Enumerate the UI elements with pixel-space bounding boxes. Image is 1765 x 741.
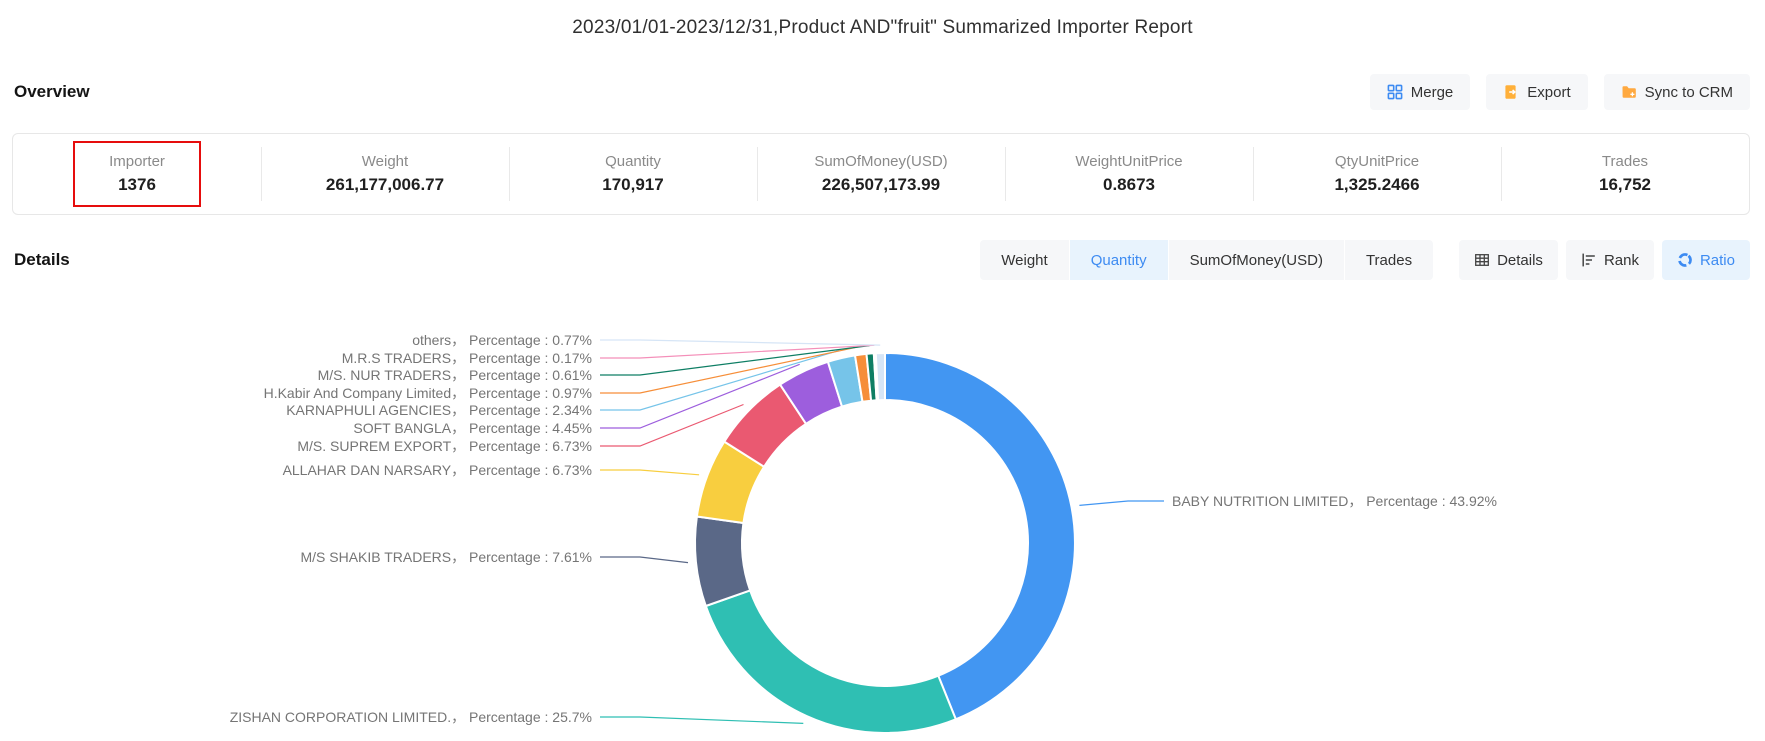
stat-sum-of-money: SumOfMoney(USD) 226,507,173.99 (757, 134, 1005, 214)
chart-label: others， Percentage : 0.77% (412, 330, 592, 350)
export-icon (1503, 84, 1519, 100)
overview-actions: Merge Export Sync to CRM (1370, 74, 1750, 110)
slice-m-s-shakib-traders[interactable] (695, 517, 750, 607)
chart-label: BABY NUTRITION LIMITED， Percentage : 43.… (1172, 491, 1497, 511)
tab-weight[interactable]: Weight (980, 240, 1068, 280)
leader-line (600, 717, 803, 723)
stat-trades: Trades 16,752 (1501, 134, 1749, 214)
merge-button-label: Merge (1411, 84, 1454, 101)
stat-weight-unit-price: WeightUnitPrice 0.8673 (1005, 134, 1253, 214)
stat-value-weight-unit-price: 0.8673 (1103, 175, 1155, 195)
importer-ratio-chart: BABY NUTRITION LIMITED， Percentage : 43.… (0, 300, 1765, 741)
stat-value-sum-of-money: 226,507,173.99 (822, 175, 940, 195)
stat-label-sum-of-money: SumOfMoney(USD) (814, 153, 947, 170)
stat-value-weight: 261,177,006.77 (326, 175, 444, 195)
chart-label: M/S. SUPREM EXPORT， Percentage : 6.73% (297, 436, 592, 456)
sync-to-crm-button-label: Sync to CRM (1645, 84, 1733, 101)
sync-to-crm-button[interactable]: Sync to CRM (1604, 74, 1750, 110)
stat-label-qty-unit-price: QtyUnitPrice (1335, 153, 1419, 170)
details-controls: WeightQuantitySumOfMoney(USD)Trades Deta… (980, 240, 1750, 280)
rank-view-button-label: Rank (1604, 252, 1639, 269)
overview-header: Overview Merge Export Sync to CRM (14, 74, 1750, 110)
leader-line (600, 470, 699, 475)
chart-label: M.R.S TRADERS， Percentage : 0.17% (342, 348, 592, 368)
details-view-button[interactable]: Details (1459, 240, 1558, 280)
stat-value-trades: 16,752 (1599, 175, 1651, 195)
slice-zishan-corporation-limited[interactable] (706, 590, 956, 733)
overview-heading: Overview (14, 82, 90, 102)
leader-line (600, 405, 744, 447)
view-button-group: Details Rank Ratio (1459, 240, 1750, 280)
chart-label: SOFT BANGLA， Percentage : 4.45% (353, 418, 592, 438)
highlight-annotation-box (73, 141, 201, 207)
stat-value-quantity: 170,917 (602, 175, 663, 195)
chart-label: KARNAPHULI AGENCIES， Percentage : 2.34% (286, 400, 592, 420)
slice-others[interactable] (876, 353, 885, 400)
stat-label-importer: Importer (109, 153, 165, 170)
leader-line (600, 340, 880, 345)
chart-label: ZISHAN CORPORATION LIMITED.， Percentage … (230, 707, 592, 727)
report-page: 2023/01/01-2023/12/31,Product AND"fruit"… (0, 0, 1765, 741)
page-title: 2023/01/01-2023/12/31,Product AND"fruit"… (0, 17, 1765, 39)
stat-value-importer: 1376 (118, 175, 156, 195)
stat-weight: Weight 261,177,006.77 (261, 134, 509, 214)
table-icon (1474, 252, 1490, 268)
sync-icon (1621, 84, 1637, 100)
leader-line (1079, 501, 1164, 505)
merge-icon (1387, 84, 1403, 100)
stat-label-weight-unit-price: WeightUnitPrice (1075, 153, 1182, 170)
stat-qty-unit-price: QtyUnitPrice 1,325.2466 (1253, 134, 1501, 214)
tab-sum-of-money[interactable]: SumOfMoney(USD) (1169, 240, 1344, 280)
rank-icon (1581, 252, 1597, 268)
tab-trades[interactable]: Trades (1345, 240, 1433, 280)
merge-button[interactable]: Merge (1370, 74, 1471, 110)
export-button[interactable]: Export (1486, 74, 1587, 110)
details-heading: Details (14, 250, 70, 270)
chart-label: M/S. NUR TRADERS， Percentage : 0.61% (318, 365, 592, 385)
tab-quantity[interactable]: Quantity (1070, 240, 1168, 280)
chart-label: ALLAHAR DAN NARSARY， Percentage : 6.73% (283, 460, 592, 480)
stat-importer: Importer 1376 (13, 134, 261, 214)
ratio-view-button-label: Ratio (1700, 252, 1735, 269)
donut-chart-svg (0, 300, 1765, 741)
metric-tab-group: WeightQuantitySumOfMoney(USD)Trades (980, 240, 1433, 280)
ratio-view-button[interactable]: Ratio (1662, 240, 1750, 280)
stat-label-quantity: Quantity (605, 153, 661, 170)
donut-icon (1677, 252, 1693, 268)
stat-value-qty-unit-price: 1,325.2466 (1334, 175, 1419, 195)
slice-baby-nutrition-limited[interactable] (885, 353, 1075, 719)
stat-quantity: Quantity 170,917 (509, 134, 757, 214)
leader-line (600, 557, 688, 563)
chart-label: H.Kabir And Company Limited， Percentage … (264, 383, 592, 403)
stat-label-weight: Weight (362, 153, 408, 170)
details-view-button-label: Details (1497, 252, 1543, 269)
export-button-label: Export (1527, 84, 1570, 101)
stat-label-trades: Trades (1602, 153, 1648, 170)
details-header: Details WeightQuantitySumOfMoney(USD)Tra… (14, 240, 1750, 280)
chart-label: M/S SHAKIB TRADERS， Percentage : 7.61% (300, 547, 592, 567)
overview-stats-card: Importer 1376 Weight 261,177,006.77 Quantity… (12, 133, 1750, 215)
rank-view-button[interactable]: Rank (1566, 240, 1654, 280)
